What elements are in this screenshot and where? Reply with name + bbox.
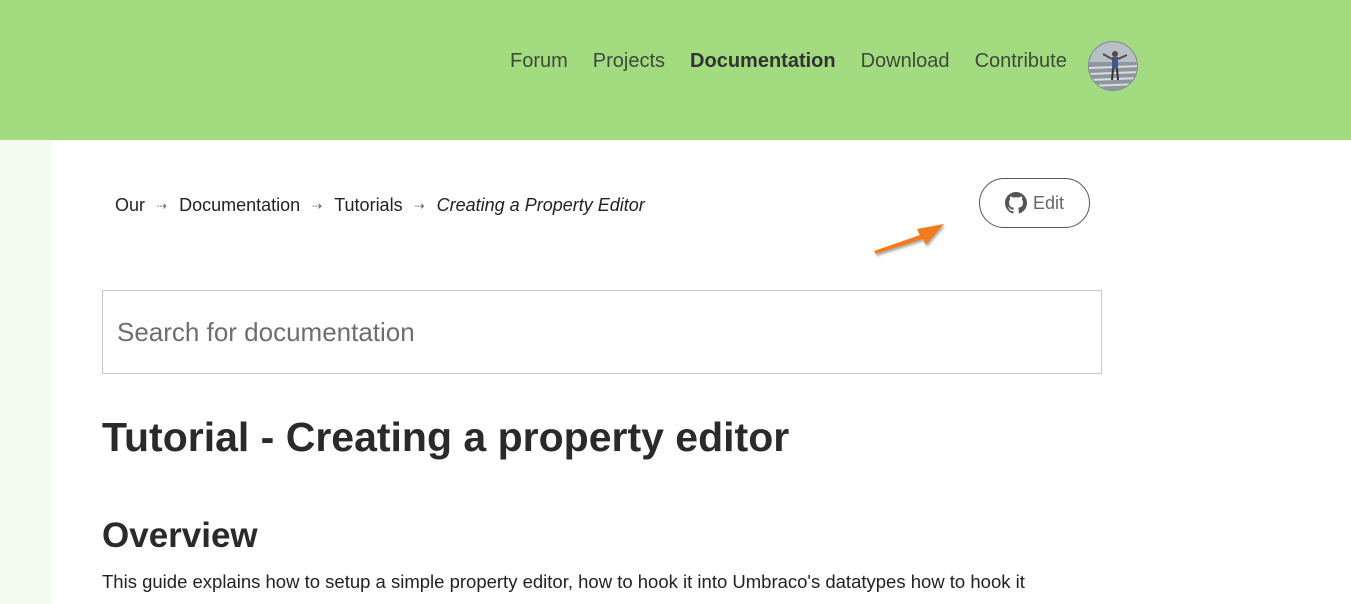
edit-on-github-button[interactable]: Edit <box>979 178 1090 228</box>
edit-button-label: Edit <box>1032 192 1065 213</box>
main-nav: Forum Projects Documentation Download Co… <box>510 50 1092 73</box>
nav-documentation[interactable]: Documentation <box>690 50 836 73</box>
nav-contribute[interactable]: Contribute <box>975 50 1067 73</box>
breadcrumb-documentation[interactable]: Documentation <box>179 195 300 216</box>
github-icon <box>1004 192 1027 214</box>
nav-forum[interactable]: Forum <box>510 50 568 73</box>
page-title: Tutorial - Creating a property editor <box>102 414 790 460</box>
breadcrumb-tutorials[interactable]: Tutorials <box>334 195 402 216</box>
breadcrumb-current: Creating a Property Editor <box>436 195 645 215</box>
nav-download[interactable]: Download <box>861 50 950 73</box>
side-strip <box>0 140 52 604</box>
breadcrumb-our[interactable]: Our <box>115 195 145 216</box>
breadcrumb-arrow-icon: ⇢ <box>157 198 168 213</box>
annotation-arrow-icon <box>874 224 944 254</box>
search-input[interactable] <box>102 290 1102 374</box>
breadcrumb: Our ⇢ Documentation ⇢ Tutorials ⇢ Creati… <box>115 195 645 216</box>
site-header: Forum Projects Documentation Download Co… <box>0 0 1351 140</box>
intro-paragraph: This guide explains how to setup a simpl… <box>102 571 1025 592</box>
user-avatar[interactable] <box>1088 41 1138 91</box>
breadcrumb-arrow-icon: ⇢ <box>414 198 425 213</box>
section-heading-overview: Overview <box>102 516 258 555</box>
avatar-photo <box>1089 42 1137 90</box>
breadcrumb-arrow-icon: ⇢ <box>312 198 323 213</box>
nav-projects[interactable]: Projects <box>593 50 665 73</box>
